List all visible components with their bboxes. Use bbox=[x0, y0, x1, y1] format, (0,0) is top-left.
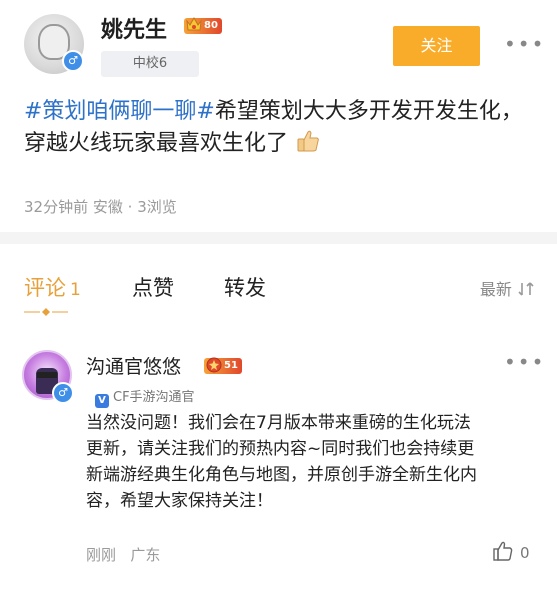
sort-toggle[interactable]: 最新 bbox=[480, 276, 535, 300]
comment-like-count: 0 bbox=[520, 544, 530, 562]
level-badge: 80 bbox=[184, 16, 222, 34]
post-meta: 32分钟前 安徽 · 3浏览 bbox=[24, 196, 177, 217]
post-views: 3浏览 bbox=[137, 198, 177, 216]
verification-title: CF手游沟通官 bbox=[113, 390, 195, 405]
interaction-tabs: 评论 1 点赞 转发 最新 bbox=[0, 244, 557, 328]
commenter-level-badge: 51 bbox=[204, 357, 242, 374]
comment-like-button[interactable]: 0 bbox=[492, 540, 530, 562]
follow-button[interactable]: 关注 bbox=[393, 26, 480, 66]
post-content: #策划咱俩聊一聊#希望策划大大多开发开发生化，穿越火线玩家最喜欢生化了 bbox=[24, 96, 544, 160]
male-gender-icon: ♂ bbox=[52, 382, 74, 404]
avatar-visor bbox=[37, 372, 57, 378]
commenter-level-number: 51 bbox=[224, 360, 238, 371]
commenter-name[interactable]: 沟通官悠悠 bbox=[86, 352, 181, 379]
comment-location: 广东 bbox=[130, 546, 161, 564]
active-tab-indicator bbox=[24, 308, 68, 316]
thumbs-up-icon bbox=[297, 130, 319, 152]
level-number: 80 bbox=[204, 20, 218, 31]
like-icon bbox=[493, 541, 513, 561]
male-gender-icon: ♂ bbox=[62, 50, 84, 72]
tab-comments-label: 评论 bbox=[24, 276, 66, 300]
tab-comments[interactable]: 评论 1 bbox=[24, 272, 81, 302]
post-location: 安徽 bbox=[92, 198, 123, 216]
comment-more-options-icon[interactable]: ••• bbox=[504, 350, 545, 374]
section-divider bbox=[0, 232, 557, 244]
verified-icon: V bbox=[95, 394, 109, 408]
crown-icon bbox=[186, 16, 202, 31]
tab-reposts[interactable]: 转发 bbox=[224, 272, 266, 302]
rank-tag: 中校6 bbox=[101, 51, 199, 77]
comment-meta: 刚刚 广东 bbox=[86, 544, 160, 565]
topic-link[interactable]: #策划咱俩聊一聊# bbox=[24, 99, 215, 124]
more-options-icon[interactable]: ••• bbox=[504, 32, 545, 56]
post-card: ♂ 姚先生 80 中校6 关注 ••• #策划咱俩聊一聊#希望策划大大多开发开发… bbox=[0, 0, 557, 232]
tab-likes[interactable]: 点赞 bbox=[132, 272, 174, 302]
medal-icon bbox=[206, 357, 222, 373]
sort-icon bbox=[518, 282, 534, 296]
author-name[interactable]: 姚先生 bbox=[101, 12, 167, 44]
post-time: 32分钟前 bbox=[24, 198, 89, 216]
comment-time: 刚刚 bbox=[86, 546, 117, 564]
meta-separator: · bbox=[127, 198, 133, 216]
verification-label: V CF手游沟通官 bbox=[95, 386, 195, 408]
comments-count: 1 bbox=[70, 280, 81, 300]
comment-text: 当然没问题！我们会在7月版本带来重磅的生化玩法更新，请关注我们的预热内容~同时我… bbox=[86, 413, 477, 511]
sort-label: 最新 bbox=[479, 280, 512, 299]
